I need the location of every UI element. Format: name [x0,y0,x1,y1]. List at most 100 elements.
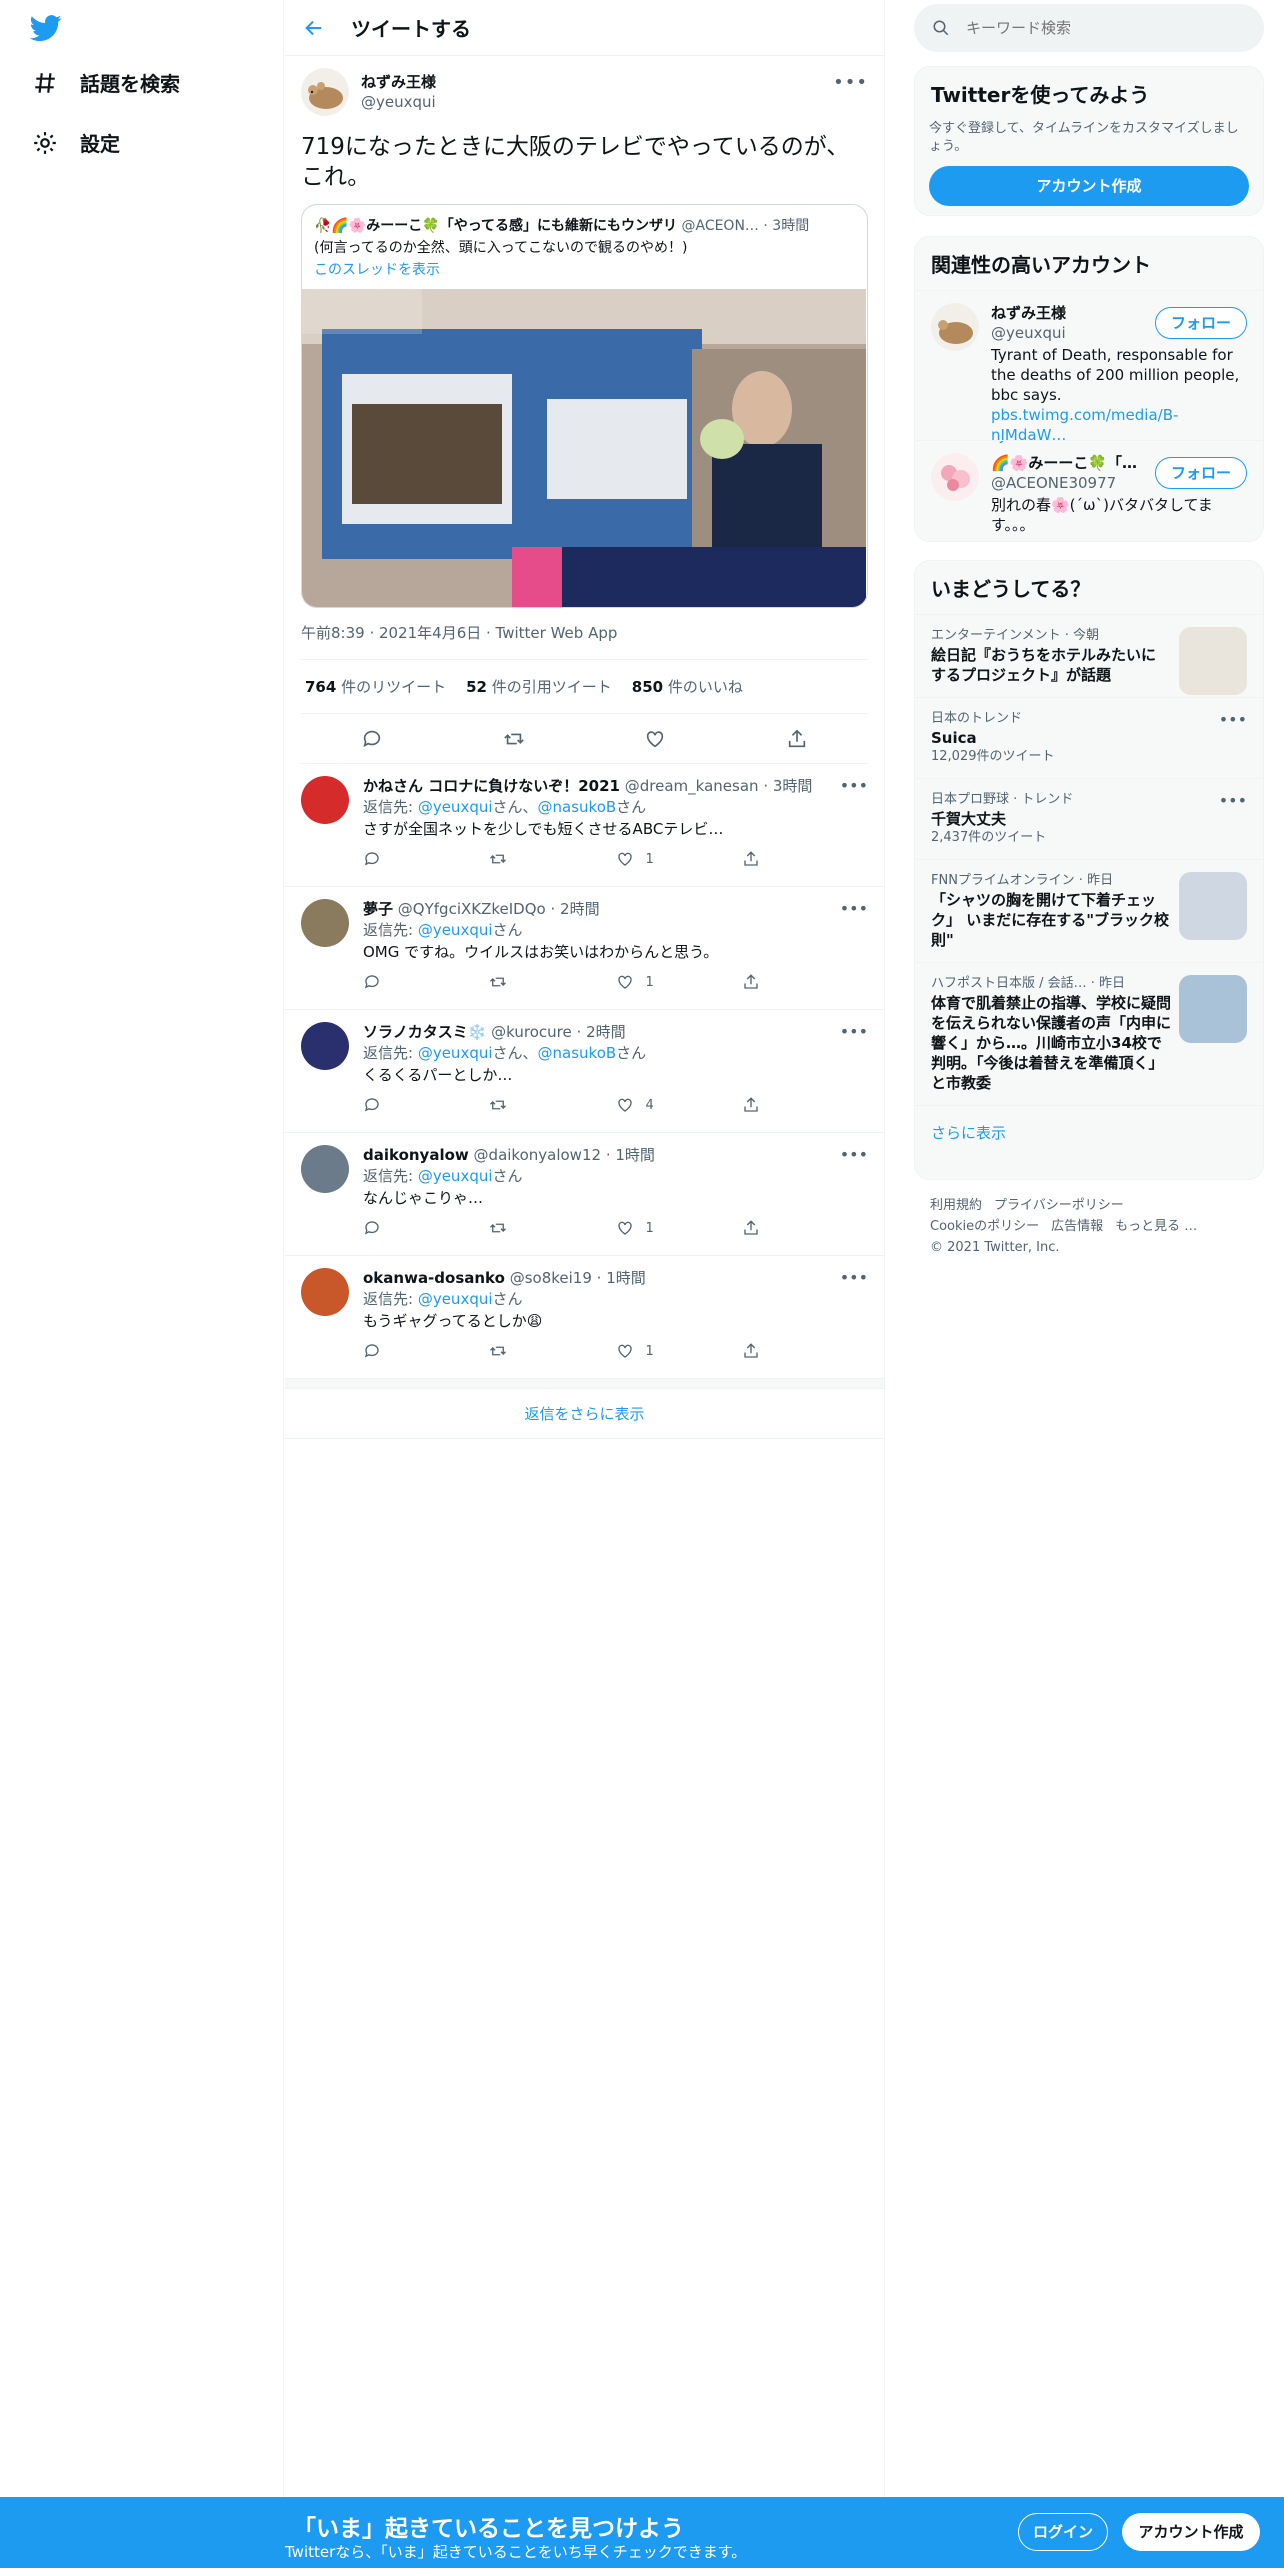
account-item[interactable]: 🌈🌸みーーこ🍀「… @ACEONE30977 別れの春🌸(´ω`)バタバタしてま… [915,440,1263,541]
trend-item[interactable]: ハフポスト日本版 / 会話… · 昨日 体育で肌着禁止の指導、学校に疑問を伝えられ… [915,962,1263,1105]
reply-tweet[interactable]: ••• okanwa-dosanko @so8kei19 · 1時間 返信先: @y… [285,1256,884,1379]
reply-author-name[interactable]: daikonyalow [363,1146,469,1164]
trends-show-more[interactable]: さらに表示 [915,1105,1263,1159]
show-more-replies-button[interactable]: 返信をさらに表示 [285,1389,884,1439]
reply-time[interactable]: · 2時間 [577,1023,626,1041]
more-options-icon[interactable]: ••• [840,1268,868,1287]
retweet-icon[interactable] [489,973,507,991]
back-arrow-icon[interactable] [303,17,325,39]
share-icon[interactable] [742,850,760,868]
tweet-meta[interactable]: 午前8:39 · 2021年4月6日 · Twitter Web App [301,608,868,660]
author-name[interactable]: ねずみ王様 [361,72,436,92]
share-icon[interactable] [786,728,808,750]
more-options-icon[interactable]: ••• [1219,710,1247,729]
trend-item[interactable]: エンターテインメント · 今朝 絵日記『おうちをホテルみたいにするプロジェクト』が… [915,614,1263,697]
account-name[interactable]: ねずみ王様 [991,303,1141,323]
share-icon[interactable] [742,973,760,991]
reply-tweet[interactable]: ••• ソラノカタスミ❄️ @kurocure · 2時間 返信先: @yeuxqu… [285,1010,884,1133]
cookie-link[interactable]: Cookieのポリシー [930,1219,1039,1234]
retweets-count[interactable]: 764 件のリツイート [305,676,446,697]
show-thread-link[interactable]: このスレッドを表示 [302,259,867,289]
like-icon[interactable] [616,1342,634,1360]
reply-tweet[interactable]: ••• かねさん コロナに負けないぞ！2021 @dream_kanesan · … [285,764,884,887]
more-options-icon[interactable]: ••• [833,72,868,93]
more-options-icon[interactable]: ••• [1219,791,1247,810]
reply-author-handle[interactable]: @dream_kanesan [625,777,759,795]
privacy-link[interactable]: プライバシーポリシー [994,1198,1124,1213]
trend-item[interactable]: 日本プロ野球 · トレンド 千賀大丈夫 2,437件のツイート ••• [915,778,1263,859]
retweet-icon[interactable] [503,728,525,750]
retweet-icon[interactable] [489,1096,507,1114]
reply-icon[interactable] [363,1096,381,1114]
reply-icon[interactable] [363,973,381,991]
avatar[interactable] [301,1268,349,1316]
reply-tweet[interactable]: ••• daikonyalow @daikonyalow12 · 1時間 返信先: … [285,1133,884,1256]
share-icon[interactable] [742,1096,760,1114]
avatar[interactable] [301,1145,349,1193]
reply-icon[interactable] [363,1342,381,1360]
search-input[interactable] [966,19,1226,37]
avatar[interactable] [301,776,349,824]
tv-screenshot-image[interactable] [302,289,866,607]
twitter-logo-icon[interactable] [28,12,64,44]
create-account-button[interactable]: アカウント作成 [929,166,1249,206]
mention-link[interactable]: @yeuxqui [418,1167,493,1185]
mention-link[interactable]: @nasukoB [538,1044,617,1062]
follow-button[interactable]: フォロー [1155,307,1247,339]
reply-author-handle[interactable]: @daikonyalow12 [474,1146,602,1164]
likes-count[interactable]: 850 件のいいね [632,676,743,697]
reply-icon[interactable] [363,1219,381,1237]
mention-link[interactable]: @nasukoB [538,798,617,816]
mention-link[interactable]: @yeuxqui [418,798,493,816]
search-box[interactable] [914,4,1264,52]
mention-link[interactable]: @yeuxqui [418,1044,493,1062]
reply-icon[interactable] [363,850,381,868]
account-item[interactable]: ねずみ王様 @yeuxqui Tyrant of Death, responsa… [915,290,1263,444]
avatar[interactable] [931,303,979,351]
login-button[interactable]: ログイン [1018,2513,1108,2551]
retweet-icon[interactable] [489,850,507,868]
reply-author-handle[interactable]: @so8kei19 [510,1269,592,1287]
more-options-icon[interactable]: ••• [840,1022,868,1041]
like-icon[interactable] [644,728,666,750]
like-icon[interactable] [616,1096,634,1114]
avatar[interactable] [301,1022,349,1070]
more-options-icon[interactable]: ••• [840,899,868,918]
bio-link[interactable]: pbs.twimg.com/media/B-nJMdaW… [991,406,1178,444]
ads-link[interactable]: 広告情報 [1051,1219,1103,1234]
like-icon[interactable] [616,1219,634,1237]
trend-item[interactable]: 日本のトレンド Suica 12,029件のツイート ••• [915,697,1263,778]
reply-time[interactable]: · 1時間 [606,1146,655,1164]
quoted-tweet[interactable]: 🥀🌈🌸みーーこ🍀「やってる感」にも維新にもウンザリ @ACEON… · 3時間 … [301,204,868,608]
share-icon[interactable] [742,1219,760,1237]
like-icon[interactable] [616,850,634,868]
like-icon[interactable] [616,973,634,991]
reply-author-name[interactable]: 夢子 [363,900,393,918]
reply-author-name[interactable]: かねさん コロナに負けないぞ！2021 [363,777,620,795]
quotes-count[interactable]: 52 件の引用ツイート [466,676,612,697]
terms-link[interactable]: 利用規約 [930,1198,982,1213]
reply-icon[interactable] [361,728,383,750]
avatar[interactable] [301,68,349,116]
reply-time[interactable]: · 1時間 [597,1269,646,1287]
avatar[interactable] [301,899,349,947]
follow-button[interactable]: フォロー [1155,457,1247,489]
reply-tweet[interactable]: ••• 夢子 @QYfgciXKZkeIDQo · 2時間 返信先: @yeuxqu… [285,887,884,1010]
reply-author-handle[interactable]: @QYfgciXKZkeIDQo [398,900,546,918]
share-icon[interactable] [742,1342,760,1360]
reply-author-name[interactable]: okanwa-dosanko [363,1269,505,1287]
reply-author-name[interactable]: ソラノカタスミ❄️ [363,1023,486,1041]
retweet-icon[interactable] [489,1219,507,1237]
author-handle[interactable]: @yeuxqui [361,92,436,112]
reply-author-handle[interactable]: @kurocure [491,1023,572,1041]
mention-link[interactable]: @yeuxqui [418,1290,493,1308]
reply-time[interactable]: · 3時間 [763,777,812,795]
reply-time[interactable]: · 2時間 [551,900,600,918]
more-link[interactable]: もっと見る … [1115,1219,1197,1234]
more-options-icon[interactable]: ••• [840,1145,868,1164]
account-name[interactable]: 🌈🌸みーーこ🍀「… [991,453,1141,473]
signup-button[interactable]: アカウント作成 [1122,2513,1260,2551]
avatar[interactable] [931,453,979,501]
trend-item[interactable]: FNNプライムオンライン · 昨日 「シャツの胸を開けて下着チェック」 いまだに存… [915,859,1263,962]
mention-link[interactable]: @yeuxqui [418,921,493,939]
